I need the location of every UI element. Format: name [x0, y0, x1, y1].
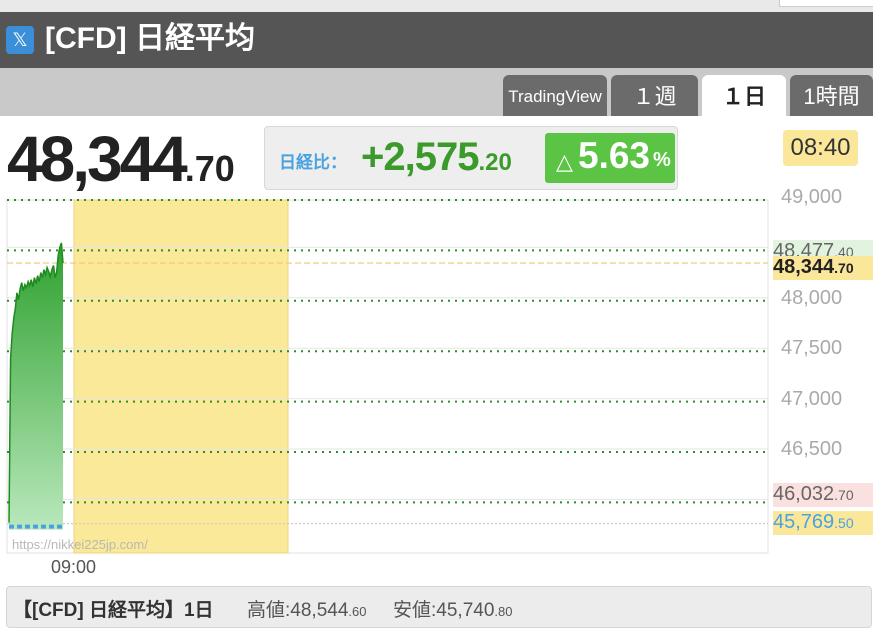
footer-title: 【[CFD] 日経平均】1日 [13, 600, 214, 621]
current-price-chip-main: 48,344 [773, 256, 835, 278]
ref-label-main: 46,032 [773, 483, 835, 505]
current-price-chip-decimal: .70 [834, 260, 854, 276]
y-tick-label: 47,000 [781, 387, 843, 410]
footer-bar: 【[CFD] 日経平均】1日 高値:48,544.60 安値:45,740.80 [6, 586, 872, 628]
y-tick-label: 49,000 [781, 186, 843, 208]
ref-label-decimal: .70 [834, 487, 854, 503]
highlight-band [73, 199, 289, 554]
footer-high-value: 48,544 [290, 600, 349, 621]
footer-low-label: 安値: [393, 600, 437, 621]
ref-label-main: 45,769 [773, 511, 835, 533]
watermark: https://nikkei225jp.com/ [12, 537, 148, 552]
y-tick-label: 48,000 [781, 286, 843, 309]
current-price-chip: 48,344.70 [773, 256, 873, 280]
footer-high-label: 高値: [247, 600, 291, 621]
footer-low-value: 45,740 [436, 600, 495, 621]
y-tick-label: 46,500 [781, 438, 843, 460]
footer-high-decimal: .60 [348, 604, 367, 619]
x-tick-label: 09:00 [51, 557, 97, 577]
footer-low: 安値:45,740.80 [393, 595, 512, 622]
ref-label-chip: 45,769.50 [773, 511, 873, 535]
ref-label-decimal: .50 [834, 515, 854, 531]
y-tick-label: 47,500 [781, 337, 843, 360]
price-chart: https://nikkei225jp.com/ [6, 199, 769, 554]
footer-high: 高値:48,544.60 [247, 595, 366, 622]
ref-label-chip: 46,032.70 [773, 483, 873, 507]
footer-low-decimal: .80 [494, 604, 513, 619]
